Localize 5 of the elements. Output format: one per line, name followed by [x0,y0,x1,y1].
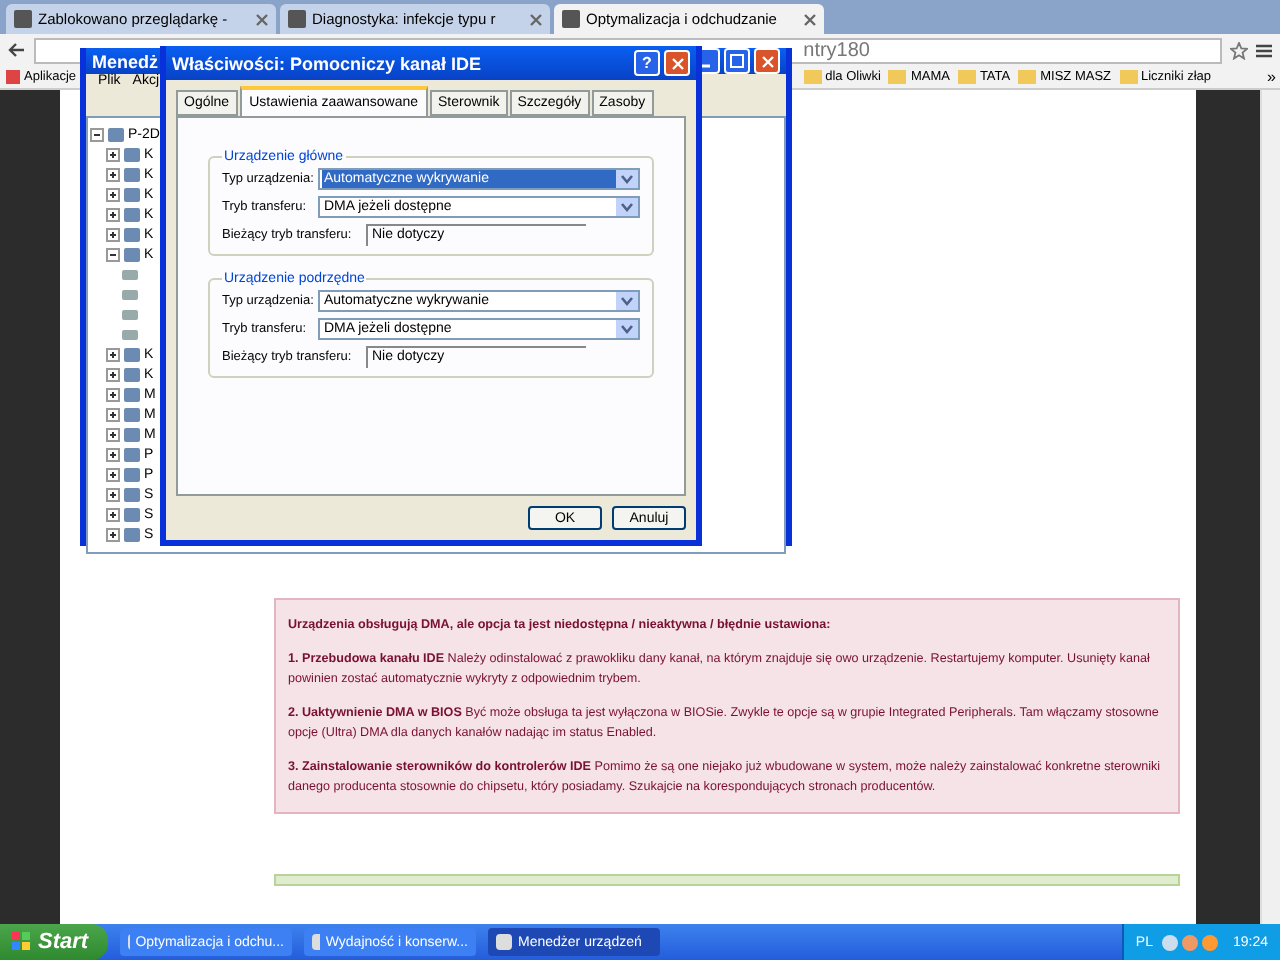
help-button[interactable]: ? [634,50,660,76]
start-button[interactable]: Start [0,924,108,960]
dialog-title: Właściwości: Pomocniczy kanał IDE [172,53,482,73]
window-title: Menedż [92,51,159,71]
more-bookmarks[interactable]: » [1267,68,1276,86]
